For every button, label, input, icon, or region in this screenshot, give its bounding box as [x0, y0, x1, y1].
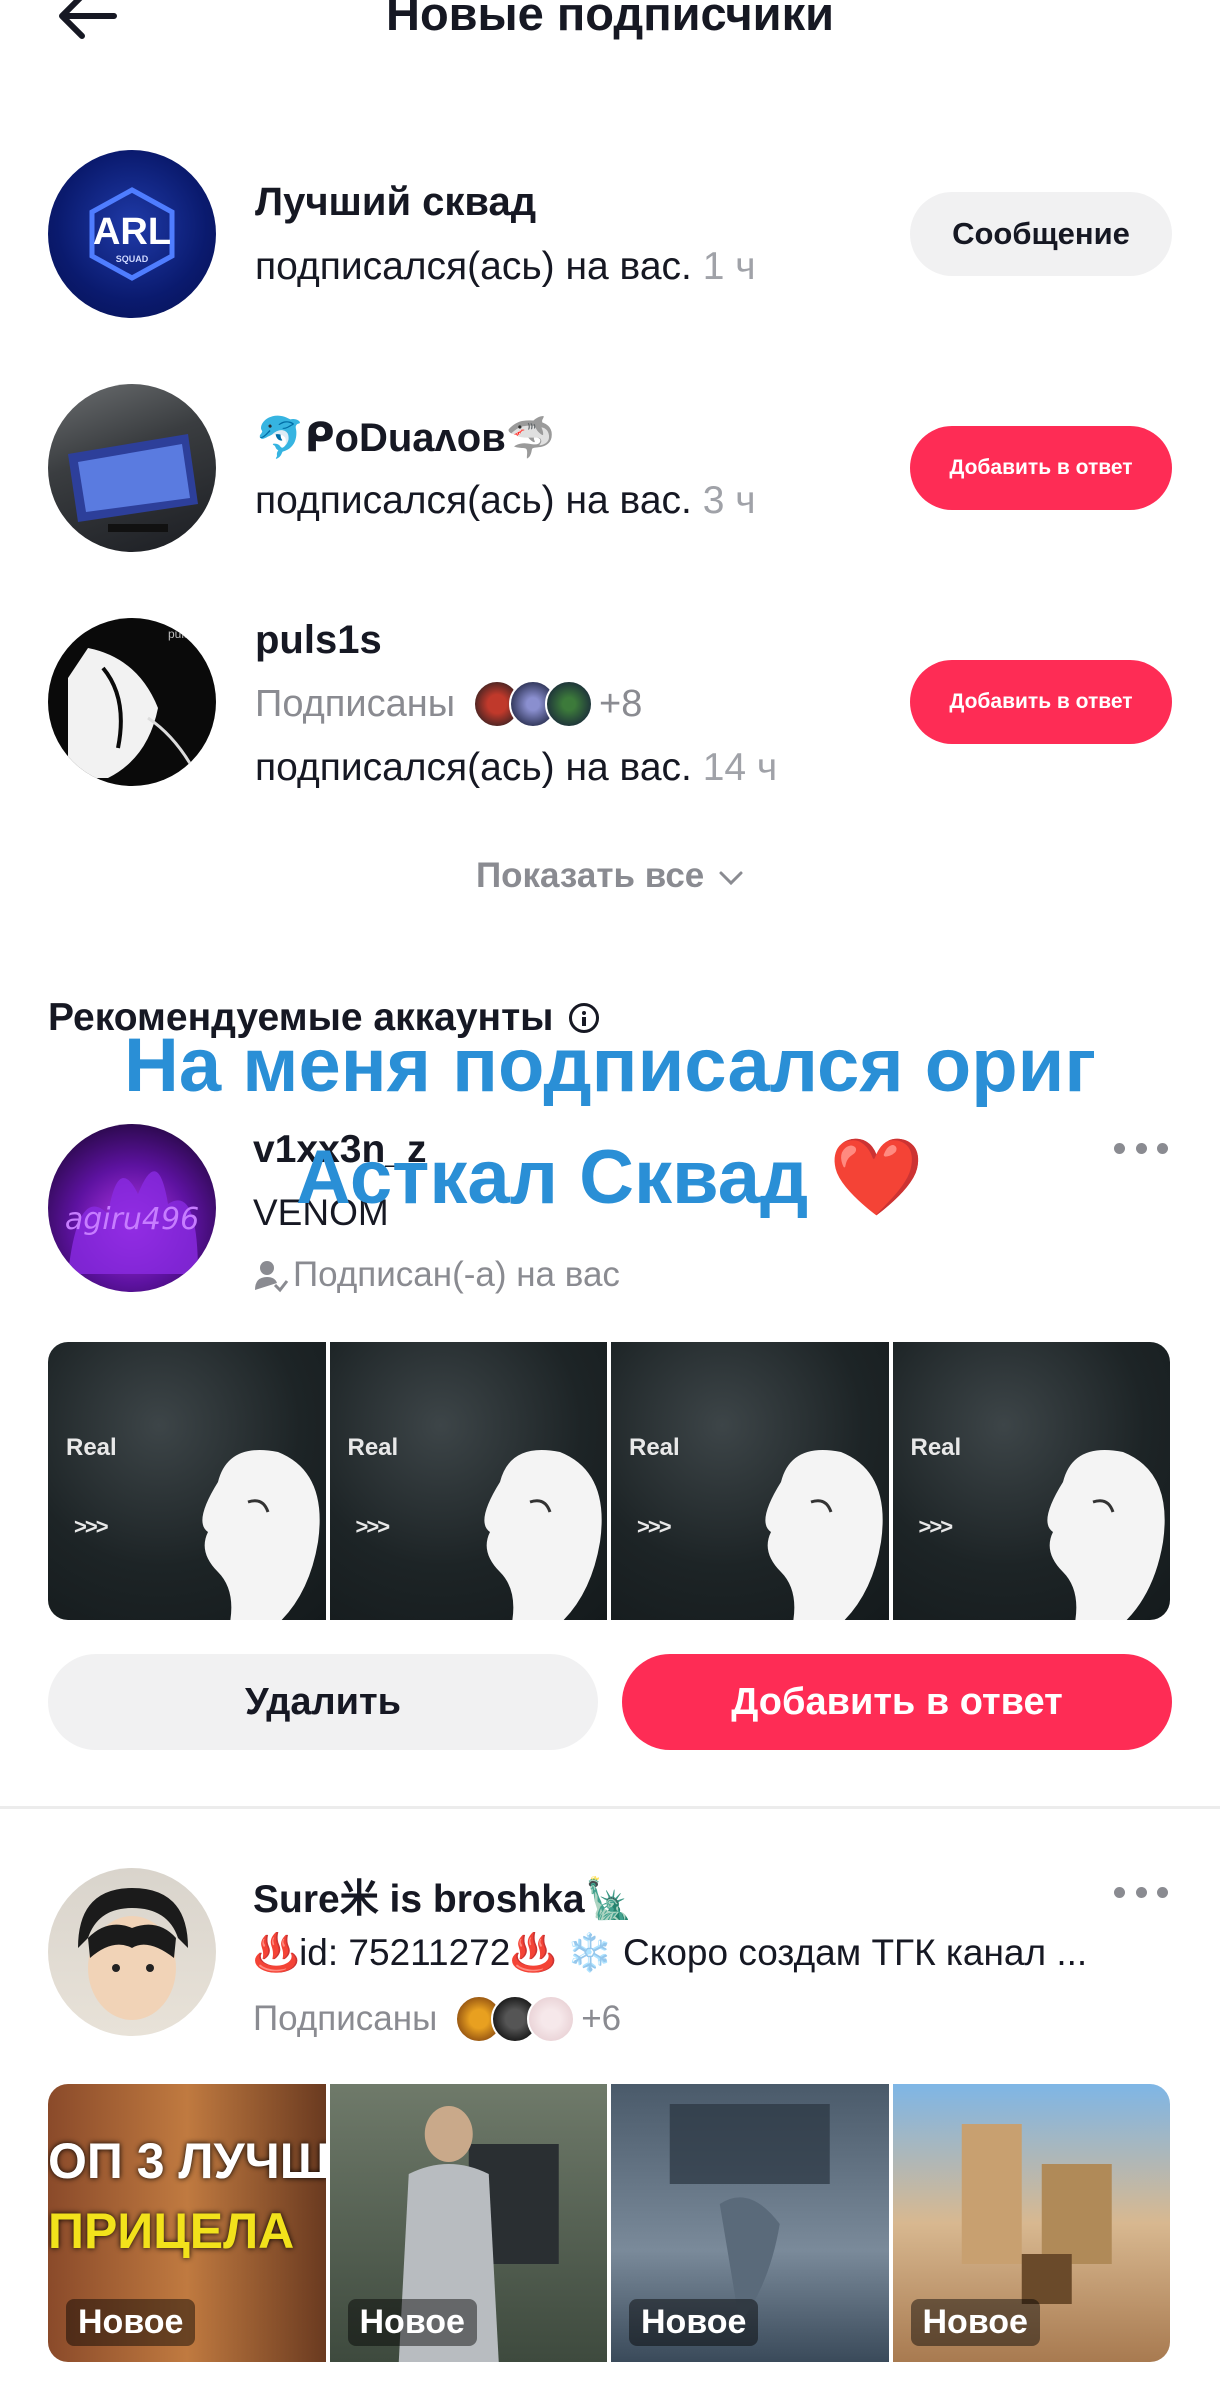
monitor-photo-icon [68, 434, 198, 532]
silhouette-icon [483, 1450, 602, 1620]
follower-row[interactable]: ARL SQUAD Лучший сквад подписался(ась) н… [0, 150, 1220, 330]
mutual-followers-label: Подписаны [255, 682, 456, 725]
arl-logo-icon: ARL SQUAD [89, 187, 175, 281]
mutual-followers[interactable]: Подписаны +6 [253, 1995, 621, 2043]
follow-back-button[interactable]: Добавить в ответ [622, 1654, 1172, 1750]
thumbnail-overlay-text: ПРИЦЕЛА [48, 2203, 295, 2259]
divider [0, 1806, 1220, 1809]
video-thumbnail[interactable]: Real >>> [611, 1342, 889, 1620]
user-follow-icon [255, 1261, 289, 1293]
more-options-icon[interactable] [1114, 1882, 1168, 1902]
svg-text:ARL: ARL [93, 211, 171, 253]
follow-notice: подписался(ась) на вас. 3 ч [255, 479, 756, 523]
thumbnail-overlay-text: ОП 3 ЛУЧШ [48, 2133, 326, 2189]
video-thumbnail[interactable]: Real >>> [892, 1342, 1170, 1620]
show-all-label: Показать все [475, 856, 705, 895]
follow-time: 3 ч [702, 479, 756, 522]
new-badge: Новое [910, 2299, 1040, 2346]
follow-back-button[interactable]: Добавить в ответ [910, 660, 1172, 744]
thumbnail-caption: Real [910, 1434, 962, 1461]
avatar[interactable]: ARL SQUAD [48, 150, 216, 318]
anime-avatar-icon: puls1s [68, 627, 203, 779]
follow-action-text: подписался(ась) на вас. [255, 245, 692, 288]
header: Новые подписчики [0, 0, 1220, 60]
account-username[interactable]: Sure米 is broshka🗽 [253, 1868, 633, 1924]
silhouette-icon [1046, 1450, 1165, 1620]
video-thumbnails: Real >>> Real >>> Real >>> Real >>> [48, 1342, 1170, 1620]
account-bio: ♨️id: 75211272♨️ ❄️ Скоро создам ТГК кан… [253, 1932, 1088, 1973]
overlay-caption-line2: Асткал Сквад ❤️ [296, 1135, 924, 1220]
new-badge: Новое [66, 2299, 196, 2346]
mini-avatar [527, 1995, 576, 2043]
mutual-followers-extra: +8 [599, 682, 643, 725]
remove-button[interactable]: Удалить [48, 1654, 598, 1750]
chevron-down-icon [719, 871, 743, 885]
new-badge: Новое [347, 2299, 477, 2346]
thumbnail-arrows: >>> [355, 1514, 391, 1539]
mini-avatar [545, 680, 594, 728]
mutual-avatars [473, 680, 594, 728]
follow-action-text: подписался(ась) на вас. [255, 746, 692, 789]
avatar[interactable]: puls1s [48, 618, 216, 786]
follower-row[interactable]: 🐬ᑭoDuaʌoв🦈 подписался(ась) на вас. 3 ч Д… [0, 384, 1220, 564]
video-thumbnail[interactable]: ОП 3 ЛУЧШ ПРИЦЕЛА Новое [48, 2084, 326, 2362]
thumbnail-arrows: >>> [637, 1514, 672, 1539]
follow-action-text: подписался(ась) на вас. [255, 479, 692, 522]
follow-back-button[interactable]: Добавить в ответ [910, 426, 1172, 510]
svg-text:puls1s: puls1s [168, 627, 203, 641]
follower-name[interactable]: puls1s [255, 618, 382, 663]
mutual-avatars [455, 1995, 576, 2043]
show-all-link[interactable]: Показать все [0, 856, 1220, 896]
svg-text:SQUAD: SQUAD [116, 254, 149, 264]
video-thumbnail[interactable]: Новое [329, 2084, 607, 2362]
thumbnail-caption: Real [347, 1434, 399, 1461]
mutual-followers-extra: +6 [581, 1999, 622, 2038]
video-thumbnails: ОП 3 ЛУЧШ ПРИЦЕЛА Новое Новое Новое Ново… [48, 2084, 1170, 2362]
thumbnail-arrows: >>> [74, 1514, 109, 1539]
anime-boy-avatar-icon [78, 1888, 188, 2020]
mutual-followers-label: Подписаны [253, 1999, 438, 2038]
video-thumbnail[interactable]: Real >>> [48, 1342, 326, 1620]
silhouette-icon [765, 1450, 883, 1620]
message-button[interactable]: Сообщение [910, 192, 1172, 276]
mutual-followers[interactable]: Подписаны +8 [255, 680, 642, 728]
follows-you-indicator: Подписан(-а) на вас [253, 1255, 620, 1295]
follower-row[interactable]: puls1s puls1s Подписаны +8 подписался(ас… [0, 618, 1220, 798]
follower-name[interactable]: Лучший сквад [255, 180, 536, 225]
video-thumbnail[interactable]: Новое [892, 2084, 1170, 2362]
silhouette-icon [202, 1450, 320, 1620]
page-title: Новые подписчики [386, 0, 834, 40]
follow-notice: подписался(ась) на вас. 14 ч [255, 746, 777, 790]
new-badge: Новое [629, 2299, 759, 2346]
video-thumbnail[interactable]: Real >>> [329, 1342, 607, 1620]
follower-name[interactable]: 🐬ᑭoDuaʌoв🦈 [255, 414, 556, 461]
follows-you-text: Подписан(-а) на вас [293, 1255, 620, 1294]
follow-notice: подписался(ась) на вас. 1 ч [255, 245, 756, 289]
overlay-caption-line1: На меня подписался ориг [123, 1023, 1096, 1108]
thumbnail-caption: Real [66, 1434, 117, 1461]
thumbnail-caption: Real [629, 1434, 680, 1461]
follow-time: 14 ч [702, 746, 778, 789]
thumbnail-arrows: >>> [918, 1514, 954, 1539]
follow-time: 1 ч [702, 245, 756, 288]
video-thumbnail[interactable]: Новое [611, 2084, 889, 2362]
avatar[interactable] [48, 384, 216, 552]
avatar[interactable] [48, 1868, 216, 2036]
